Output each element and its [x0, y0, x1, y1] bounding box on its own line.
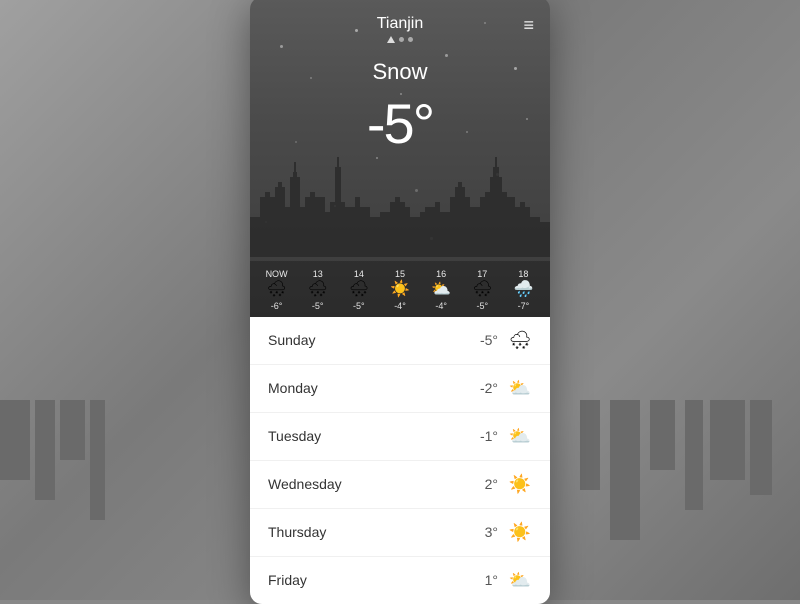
daily-day: Sunday [268, 332, 480, 348]
hour-label: NOW [266, 269, 288, 279]
hour-temp: -5° [476, 301, 488, 311]
hour-temp: -4° [394, 301, 406, 311]
hourly-item: NOW 🌨 -6° [256, 269, 297, 311]
daily-temp: -5° [480, 332, 498, 348]
hour-temp: -5° [312, 301, 324, 311]
daily-day: Thursday [268, 524, 485, 540]
weather-condition: Snow [266, 59, 534, 85]
daily-day: Monday [268, 380, 480, 396]
daily-item: Thursday3° ☀️ [250, 509, 550, 557]
dot-2[interactable] [399, 37, 404, 42]
daily-item: Friday1° ⛅ [250, 557, 550, 604]
hourly-strip: NOW 🌨 -6° 13 🌨 -5° 14 🌨 -5° 15 ☀️ -4° 16 ⛅ -4° 17 🌨 -5° 18… [250, 261, 550, 317]
dot-3[interactable] [408, 37, 413, 42]
hour-icon: 🌨 [308, 282, 328, 298]
daily-day: Tuesday [268, 428, 480, 444]
daily-item: Monday-2° ⛅ [250, 365, 550, 413]
hourly-item: 14 🌨 -5° [338, 269, 379, 311]
daily-day: Wednesday [268, 476, 485, 492]
daily-temp: 3° [485, 524, 498, 540]
daily-temp: -2° [480, 380, 498, 396]
daily-icon: ☀️ [508, 522, 532, 543]
daily-day: Friday [268, 572, 485, 588]
hourly-item: 16 ⛅ -4° [421, 269, 462, 311]
hourly-item: 18 🌧️ -7° [503, 269, 544, 311]
daily-item: Sunday-5° 🌨 [250, 317, 550, 365]
hour-label: 13 [313, 269, 323, 279]
hourly-item: 13 🌨 -5° [297, 269, 338, 311]
weather-dots [266, 37, 534, 43]
daily-temp: -1° [480, 428, 498, 444]
hour-icon: 🌧️ [513, 282, 533, 298]
current-temperature: -5° [266, 91, 534, 156]
menu-icon[interactable]: ≡ [523, 15, 534, 36]
daily-icon: ⛅ [508, 378, 532, 399]
daily-item: Wednesday2° ☀️ [250, 461, 550, 509]
hour-temp: -4° [435, 301, 447, 311]
hour-temp: -5° [353, 301, 365, 311]
hour-icon: ⛅ [431, 282, 451, 298]
daily-icon: ⛅ [508, 570, 532, 591]
hour-label: 16 [436, 269, 446, 279]
hour-icon: ☀️ [390, 282, 410, 298]
daily-temp: 1° [485, 572, 498, 588]
hour-temp: -7° [518, 301, 530, 311]
hour-label: 15 [395, 269, 405, 279]
hour-label: 17 [477, 269, 487, 279]
hour-temp: -6° [271, 301, 283, 311]
daily-item: Tuesday-1° ⛅ [250, 413, 550, 461]
hourly-item: 17 🌨 -5° [462, 269, 503, 311]
hourly-item: 15 ☀️ -4° [379, 269, 420, 311]
daily-forecast-list: Sunday-5° 🌨 Monday-2° ⛅ Tuesday-1° ⛅ Wednesday… [250, 317, 550, 604]
weather-top: Tianjin ≡ Snow -5° NOW 🌨 -6° 13 🌨 -5° 14 🌨 -5° 15… [250, 0, 550, 317]
hour-icon: 🌨 [349, 282, 369, 298]
daily-icon: ⛅ [508, 426, 532, 447]
weather-header: Tianjin ≡ [266, 15, 534, 33]
hour-label: 14 [354, 269, 364, 279]
daily-icon: ☀️ [508, 474, 532, 495]
daily-icon: 🌨 [508, 330, 532, 351]
dot-1[interactable] [387, 36, 395, 43]
app-card: Tianjin ≡ Snow -5° NOW 🌨 -6° 13 🌨 -5° 14 🌨 -5° 15… [250, 0, 550, 604]
hour-icon: 🌨 [266, 282, 286, 298]
city-name: Tianjin [377, 15, 424, 33]
hour-icon: 🌨 [472, 282, 492, 298]
hour-label: 18 [518, 269, 528, 279]
daily-temp: 2° [485, 476, 498, 492]
